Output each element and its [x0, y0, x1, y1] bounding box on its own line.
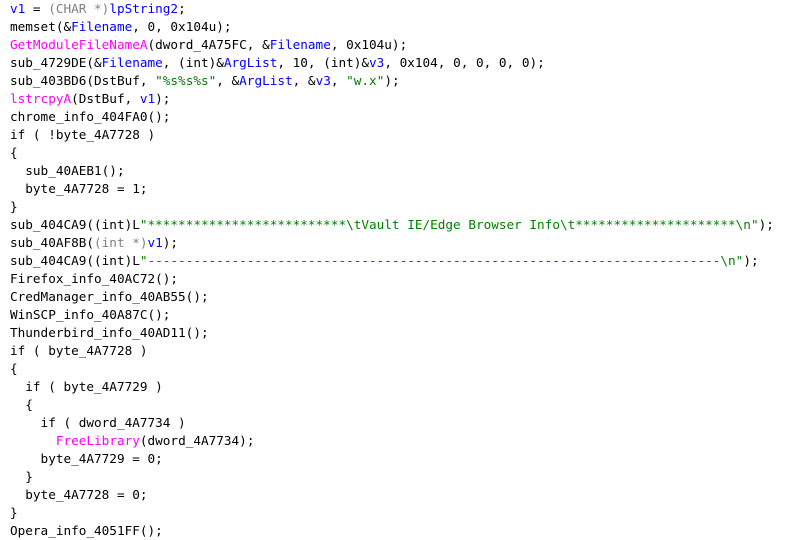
code-token: , 0, 0x104u);: [132, 19, 232, 34]
identifier-token: lpString2: [109, 1, 179, 16]
code-token: =: [25, 1, 49, 16]
code-token: WinSCP_info_40A87C();: [10, 307, 171, 322]
identifier-token: Filename: [71, 19, 133, 34]
code-token: , &: [216, 73, 240, 88]
code-line[interactable]: {: [10, 360, 812, 378]
code-token: }: [10, 199, 18, 214]
api-call-token: lstrcpyA: [10, 91, 72, 106]
string-literal-token: "---------------------------------------…: [139, 253, 744, 268]
code-token: );: [743, 253, 759, 268]
identifier-token: v3: [315, 73, 331, 88]
code-token: {: [10, 397, 33, 412]
code-token: ;: [178, 1, 186, 16]
identifier-token: Filename: [101, 55, 163, 70]
code-line[interactable]: if ( !byte_4A7728 ): [10, 126, 812, 144]
type-cast-token: (int *): [94, 235, 148, 250]
api-call-token: FreeLibrary: [55, 433, 140, 448]
code-token: sub_404CA9((int)L: [10, 217, 140, 232]
code-line[interactable]: sub_40AF8B((int *)v1);: [10, 234, 812, 252]
code-token: sub_40AF8B(: [10, 235, 95, 250]
identifier-token: v1: [147, 235, 163, 250]
code-line[interactable]: Firefox_info_40AC72();: [10, 270, 812, 288]
code-line[interactable]: Thunderbird_info_40AD11();: [10, 324, 812, 342]
code-token: , 0x104, 0, 0, 0, 0);: [384, 55, 545, 70]
code-line[interactable]: FreeLibrary(dword_4A7734);: [10, 432, 812, 450]
code-line[interactable]: Opera_info_4051FF();: [10, 522, 812, 540]
code-token: );: [758, 217, 774, 232]
identifier-token: ArgList: [223, 55, 278, 70]
code-line[interactable]: }: [10, 468, 812, 486]
identifier-token: v3: [369, 55, 385, 70]
code-line[interactable]: WinSCP_info_40A87C();: [10, 306, 812, 324]
identifier-token: v1: [139, 91, 156, 106]
code-token: }: [10, 469, 33, 484]
code-token: sub_4729DE(&: [10, 55, 102, 70]
code-line[interactable]: byte_4A7728 = 1;: [10, 180, 812, 198]
identifier-token: Filename: [269, 37, 331, 52]
code-token: sub_40AEB1();: [10, 163, 125, 178]
code-line[interactable]: lstrcpyA(DstBuf, v1);: [10, 90, 812, 108]
code-line[interactable]: byte_4A7728 = 0;: [10, 486, 812, 504]
code-line[interactable]: }: [10, 504, 812, 522]
code-token: sub_403BD6(DstBuf,: [10, 73, 156, 88]
type-cast-token: (CHAR *): [48, 1, 110, 16]
code-token: Opera_info_4051FF();: [10, 523, 163, 538]
api-call-token: GetModuleFileNameA: [10, 37, 148, 52]
identifier-token: v1: [10, 1, 26, 16]
code-line[interactable]: sub_404CA9((int)L"----------------------…: [10, 252, 812, 270]
code-line[interactable]: if ( byte_4A7728 ): [10, 342, 812, 360]
code-line[interactable]: {: [10, 144, 812, 162]
code-line[interactable]: CredManager_info_40AB55();: [10, 288, 812, 306]
code-line[interactable]: byte_4A7729 = 0;: [10, 450, 812, 468]
code-token: {: [10, 145, 18, 160]
code-token: }: [10, 505, 18, 520]
code-token: (dword_4A75FC, &: [147, 37, 270, 52]
code-line[interactable]: chrome_info_404FA0();: [10, 108, 812, 126]
string-literal-token: "%s%s%s": [155, 73, 217, 88]
code-line[interactable]: sub_4729DE(&Filename, (int)&ArgList, 10,…: [10, 54, 812, 72]
code-token: chrome_info_404FA0();: [10, 109, 171, 124]
code-token: , 10, (int)&: [277, 55, 370, 70]
code-line[interactable]: sub_403BD6(DstBuf, "%s%s%s", &ArgList, &…: [10, 72, 812, 90]
code-token: byte_4A7729 = 0;: [10, 451, 163, 466]
code-token: Thunderbird_info_40AD11();: [10, 325, 209, 340]
code-line[interactable]: {: [10, 396, 812, 414]
code-token: if ( byte_4A7729 ): [10, 379, 163, 394]
code-token: memset(&: [10, 19, 72, 34]
code-line[interactable]: v1 = (CHAR *)lpString2;: [10, 0, 812, 18]
code-token: , (int)&: [162, 55, 224, 70]
code-token: ,: [330, 73, 347, 88]
code-line[interactable]: if ( byte_4A7729 ): [10, 378, 812, 396]
code-line[interactable]: memset(&Filename, 0, 0x104u);: [10, 18, 812, 36]
identifier-token: ArgList: [239, 73, 293, 88]
code-line[interactable]: }: [10, 198, 812, 216]
string-literal-token: "w.x": [346, 73, 385, 88]
code-token: byte_4A7728 = 0;: [10, 487, 148, 502]
code-token: byte_4A7728 = 1;: [10, 181, 148, 196]
code-token: , &: [292, 73, 316, 88]
code-token: {: [10, 361, 18, 376]
code-token: if ( byte_4A7728 ): [10, 343, 148, 358]
code-token: );: [384, 73, 400, 88]
code-token: );: [155, 91, 171, 106]
code-token: (DstBuf,: [71, 91, 140, 106]
code-line[interactable]: sub_404CA9((int)L"**********************…: [10, 216, 812, 234]
code-token: CredManager_info_40AB55();: [10, 289, 209, 304]
string-literal-token: "**************************\tVault IE/Ed…: [139, 217, 759, 232]
code-line[interactable]: if ( dword_4A7734 ): [10, 414, 812, 432]
code-token: (dword_4A7734);: [139, 433, 255, 448]
code-token: );: [162, 235, 179, 250]
code-token: , 0x104u);: [330, 37, 408, 52]
code-line[interactable]: GetModuleFileNameA(dword_4A75FC, &Filena…: [10, 36, 812, 54]
code-line[interactable]: sub_40AEB1();: [10, 162, 812, 180]
pseudocode-view[interactable]: v1 = (CHAR *)lpString2; memset(&Filename,…: [10, 0, 812, 540]
code-token: if ( !byte_4A7728 ): [10, 127, 156, 142]
code-token: Firefox_info_40AC72();: [10, 271, 179, 286]
code-token: sub_404CA9((int)L: [10, 253, 140, 268]
code-token: if ( dword_4A7734 ): [10, 415, 186, 430]
